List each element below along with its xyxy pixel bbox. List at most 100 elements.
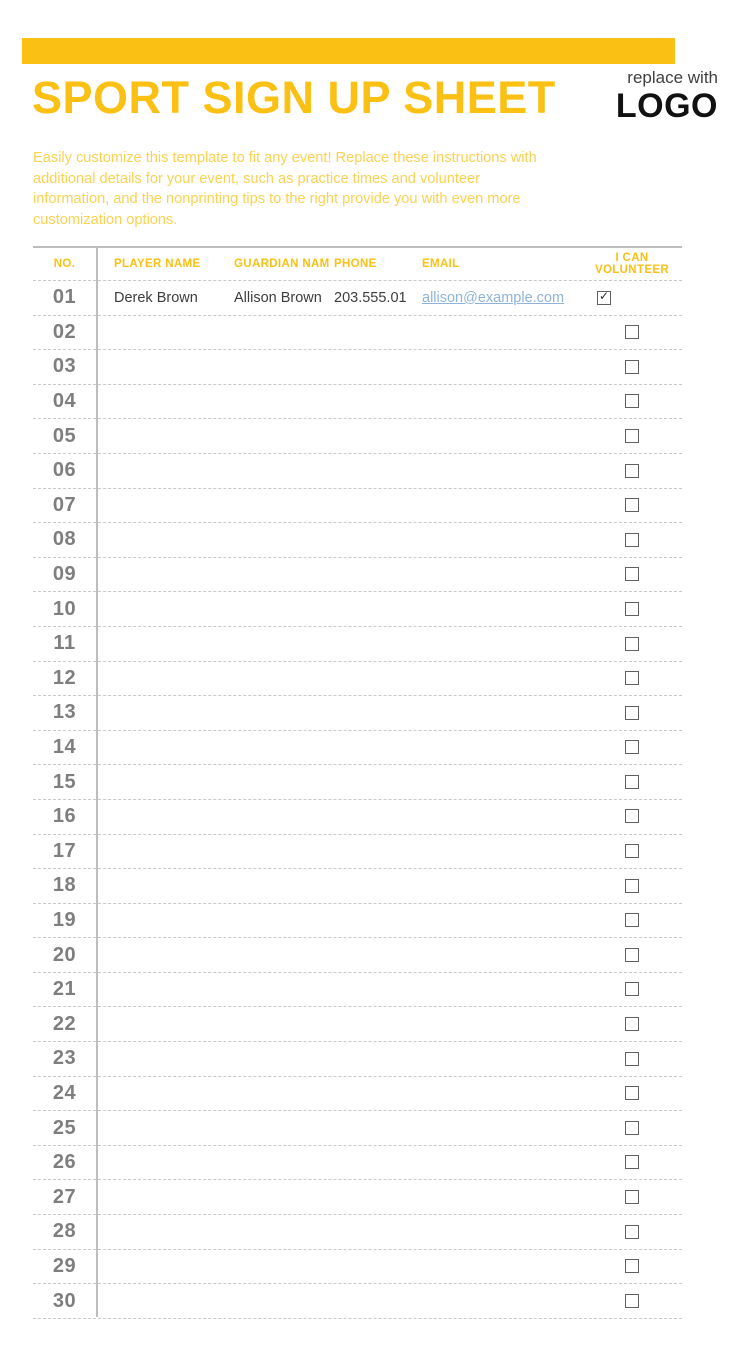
checkbox-icon[interactable] — [625, 1120, 639, 1135]
table-row[interactable]: 28 — [33, 1215, 682, 1250]
table-row[interactable]: 26 — [33, 1146, 682, 1181]
volunteer-cell[interactable] — [582, 1119, 682, 1137]
table-row[interactable]: 30 — [33, 1284, 682, 1319]
volunteer-cell[interactable] — [582, 1292, 682, 1310]
volunteer-cell[interactable] — [582, 1050, 682, 1068]
volunteer-cell[interactable] — [582, 1223, 682, 1241]
checkbox-icon[interactable] — [625, 740, 639, 755]
checkbox-icon[interactable] — [625, 671, 639, 686]
volunteer-cell[interactable] — [582, 1188, 682, 1206]
table-row[interactable]: 16 — [33, 800, 682, 835]
checkbox-icon[interactable] — [625, 947, 639, 962]
checkbox-icon[interactable] — [625, 359, 639, 374]
volunteer-cell[interactable] — [582, 531, 682, 549]
guardian-name-cell[interactable]: Allison Brown — [234, 289, 334, 307]
checkbox-icon[interactable] — [625, 601, 639, 616]
email-cell-value[interactable]: allison@example.com — [422, 290, 564, 306]
table-row[interactable]: 11 — [33, 627, 682, 662]
volunteer-cell[interactable] — [582, 635, 682, 653]
table-row[interactable]: 24 — [33, 1077, 682, 1112]
table-row[interactable]: 15 — [33, 765, 682, 800]
checkbox-icon[interactable] — [625, 428, 639, 443]
checkbox-icon[interactable] — [625, 1224, 639, 1239]
volunteer-cell[interactable] — [582, 358, 682, 376]
player-name-cell[interactable]: Derek Brown — [114, 289, 234, 307]
table-row[interactable]: 23 — [33, 1042, 682, 1077]
checkbox-icon[interactable] — [625, 532, 639, 547]
table-row[interactable]: 09 — [33, 558, 682, 593]
volunteer-cell[interactable] — [582, 739, 682, 757]
volunteer-cell[interactable] — [582, 566, 682, 584]
table-row[interactable]: 03 — [33, 350, 682, 385]
checkbox-icon[interactable] — [625, 498, 639, 513]
row-number: 23 — [33, 1047, 96, 1070]
checkbox-icon[interactable] — [625, 1190, 639, 1204]
volunteer-cell[interactable] — [582, 1154, 682, 1172]
checkbox-icon[interactable] — [625, 636, 639, 651]
volunteer-cell[interactable] — [582, 842, 682, 860]
volunteer-cell[interactable] — [582, 877, 682, 895]
checkbox-icon[interactable] — [625, 1051, 639, 1066]
checkbox-icon[interactable] — [625, 809, 639, 824]
volunteer-cell[interactable] — [582, 1015, 682, 1033]
volunteer-cell[interactable] — [582, 773, 682, 791]
table-row[interactable]: 05 — [33, 419, 682, 454]
volunteer-cell[interactable] — [582, 911, 682, 929]
checkbox-icon[interactable] — [625, 913, 639, 928]
table-row[interactable]: 21 — [33, 973, 682, 1008]
row-number: 10 — [33, 598, 96, 621]
checkbox-checked-icon[interactable] — [597, 289, 611, 305]
email-cell[interactable]: allison@example.com — [422, 289, 597, 307]
phone-cell[interactable]: 203.555.01 — [334, 289, 422, 307]
table-row[interactable]: 10 — [33, 592, 682, 627]
volunteer-cell[interactable] — [582, 946, 682, 964]
table-row[interactable]: 17 — [33, 835, 682, 870]
table-row[interactable]: 18 — [33, 869, 682, 904]
volunteer-cell[interactable] — [582, 600, 682, 618]
checkbox-icon[interactable] — [625, 325, 639, 340]
volunteer-cell[interactable] — [597, 289, 682, 307]
volunteer-cell[interactable] — [582, 462, 682, 480]
checkbox-icon[interactable] — [625, 1259, 639, 1274]
table-row[interactable]: 25 — [33, 1111, 682, 1146]
checkbox-icon[interactable] — [625, 567, 639, 582]
table-row[interactable]: 06 — [33, 454, 682, 489]
volunteer-cell[interactable] — [582, 981, 682, 999]
row-number-label: 12 — [52, 666, 77, 689]
checkbox-icon[interactable] — [625, 1086, 639, 1101]
checkbox-icon[interactable] — [625, 1017, 639, 1032]
table-row[interactable]: 27 — [33, 1180, 682, 1216]
table-row[interactable]: 02 — [33, 316, 682, 351]
checkbox-icon[interactable] — [625, 705, 639, 720]
checkbox-icon[interactable] — [625, 1155, 639, 1170]
volunteer-cell[interactable] — [582, 1257, 682, 1275]
volunteer-cell[interactable] — [582, 669, 682, 687]
volunteer-cell[interactable] — [582, 393, 682, 411]
checkbox-icon[interactable] — [625, 844, 639, 859]
checkbox-icon[interactable] — [625, 463, 639, 478]
table-row[interactable]: 29 — [33, 1250, 682, 1285]
table-row[interactable]: 01 Derek Brown Allison Brown 203.555.01 alli… — [33, 281, 682, 316]
table-row[interactable]: 12 — [33, 662, 682, 697]
volunteer-cell[interactable] — [582, 704, 682, 722]
volunteer-cell[interactable] — [582, 1084, 682, 1102]
table-row[interactable]: 13 — [33, 696, 682, 731]
checkbox-icon[interactable] — [625, 878, 639, 893]
table-row[interactable]: 08 — [33, 523, 682, 558]
checkbox-icon[interactable] — [625, 982, 639, 997]
table-header-row: NO. PLAYER NAME GUARDIAN NAM PHONE EMAIL… — [33, 248, 682, 281]
volunteer-cell[interactable] — [582, 496, 682, 514]
table-row[interactable]: 04 — [33, 385, 682, 420]
table-row[interactable]: 20 — [33, 938, 682, 973]
table-row[interactable]: 22 — [33, 1007, 682, 1043]
checkbox-icon[interactable] — [625, 774, 639, 789]
checkbox-icon[interactable] — [625, 394, 639, 409]
table-row[interactable]: 07 — [33, 489, 682, 524]
table-row[interactable]: 19 — [33, 904, 682, 939]
checkbox-icon[interactable] — [625, 1293, 639, 1308]
volunteer-cell[interactable] — [582, 323, 682, 341]
table-row[interactable]: 14 — [33, 731, 682, 766]
row-number: 04 — [33, 390, 96, 413]
volunteer-cell[interactable] — [582, 808, 682, 826]
volunteer-cell[interactable] — [582, 427, 682, 445]
